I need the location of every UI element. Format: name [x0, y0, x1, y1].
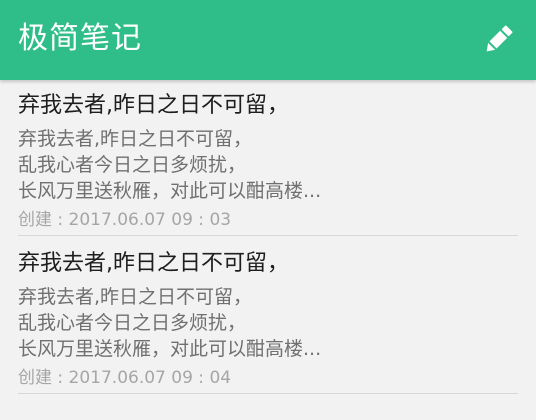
divider: [18, 393, 518, 394]
divider: [18, 235, 518, 236]
note-title: 弃我去者,昨日之日不可留，: [18, 93, 289, 118]
note-title: 弃我去者,昨日之日不可留，: [18, 251, 289, 276]
app-bar: 极简笔记: [0, 0, 536, 80]
note-preview-line: 长风万里送秋雁，对此可以酣高楼...: [18, 338, 322, 360]
note-preview-line: 乱我心者今日之日多烦扰，: [18, 312, 247, 334]
note-list: 弃我去者,昨日之日不可留， 弃我去者,昨日之日不可留， 乱我心者今日之日多烦扰，…: [0, 80, 536, 420]
note-preview: 弃我去者,昨日之日不可留， 乱我心者今日之日多烦扰， 长风万里送秋雁，对此可以酣…: [18, 126, 321, 204]
note-preview-line: 弃我去者,昨日之日不可留，: [18, 286, 253, 308]
note-preview: 弃我去者,昨日之日不可留， 乱我心者今日之日多烦扰， 长风万里送秋雁，对此可以酣…: [18, 284, 321, 362]
note-created-date: 创建 : 2017.06.07 09 : 03: [18, 210, 232, 230]
note-preview-line: 乱我心者今日之日多烦扰，: [18, 154, 247, 176]
note-item[interactable]: 弃我去者,昨日之日不可留， 弃我去者,昨日之日不可留， 乱我心者今日之日多烦扰，…: [0, 238, 536, 394]
pencil-icon: [486, 25, 513, 52]
note-preview-line: 长风万里送秋雁，对此可以酣高楼...: [18, 180, 322, 202]
edit-note-button[interactable]: [476, 18, 520, 62]
note-preview-line: 弃我去者,昨日之日不可留，: [18, 128, 253, 150]
note-created-date: 创建 : 2017.06.07 09 : 04: [18, 368, 232, 388]
note-item[interactable]: 弃我去者,昨日之日不可留， 弃我去者,昨日之日不可留， 乱我心者今日之日多烦扰，…: [0, 80, 536, 236]
app-title: 极简笔记: [18, 21, 142, 56]
